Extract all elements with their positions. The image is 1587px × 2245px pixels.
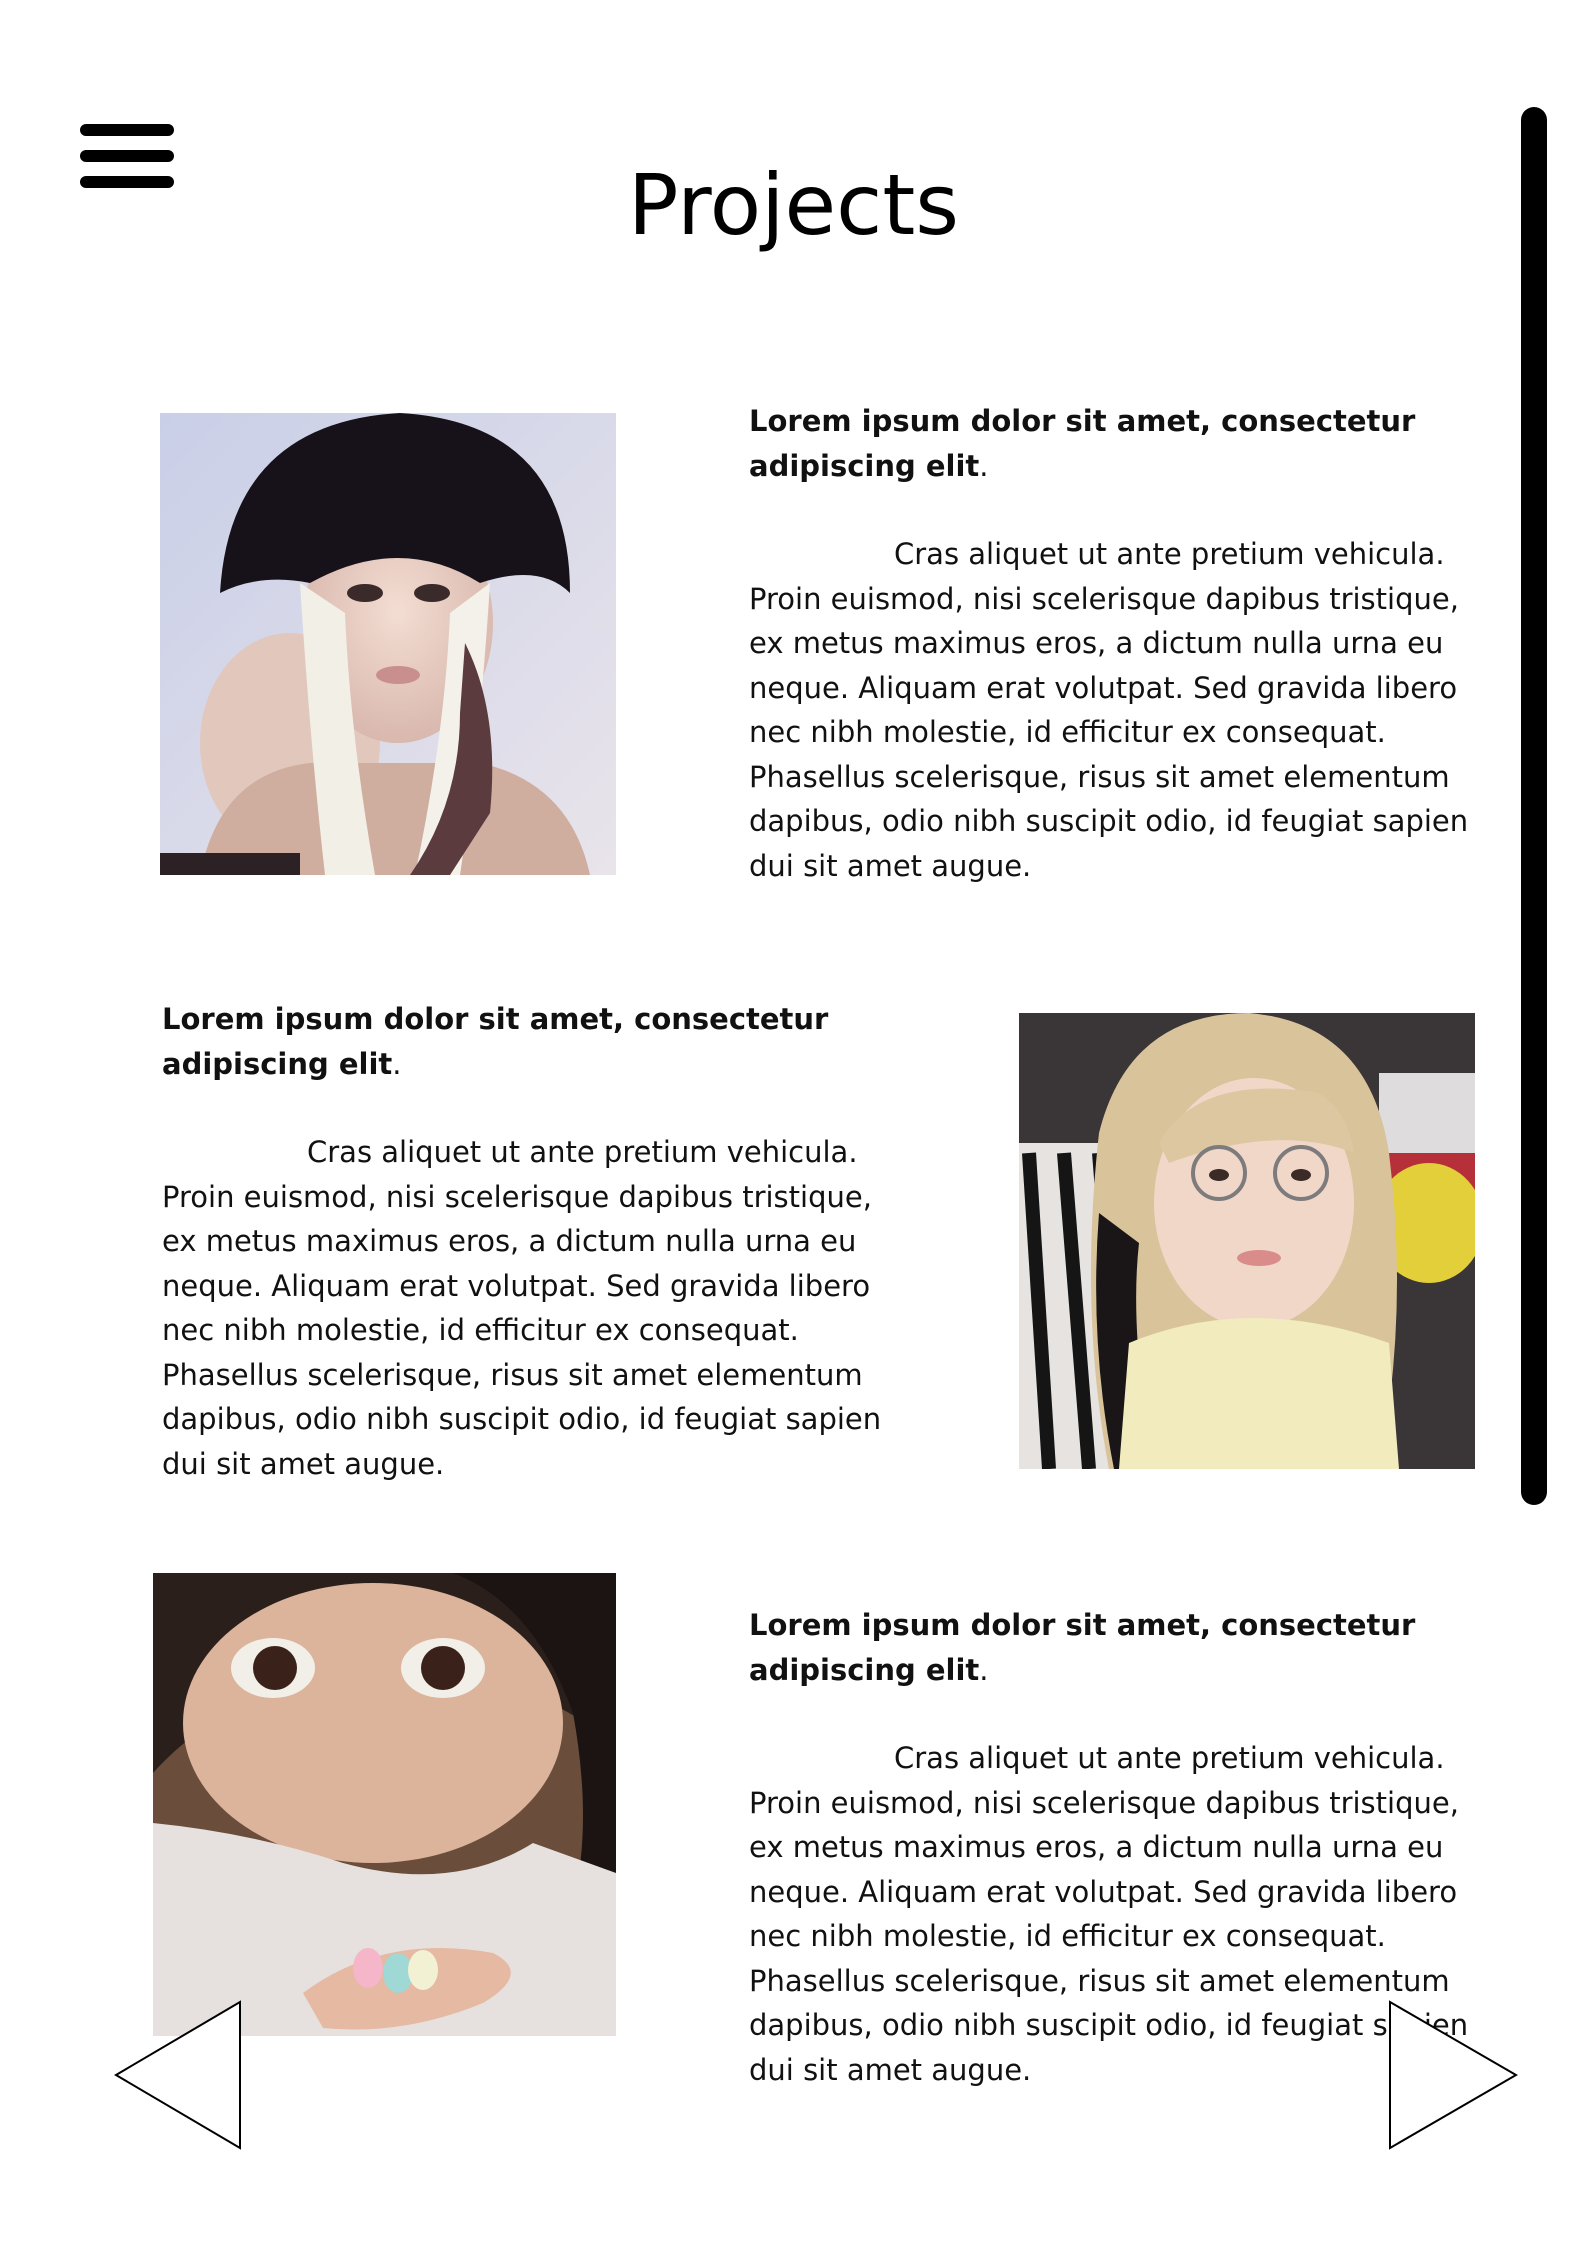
project-2-heading-end: . xyxy=(392,1046,402,1081)
project-2-text: Lorem ipsum dolor sit amet, consectetur … xyxy=(162,997,892,1486)
project-1-heading: Lorem ipsum dolor sit amet, consectetur … xyxy=(749,399,1479,488)
page-title: Projects xyxy=(627,156,960,254)
project-3-body: Cras aliquet ut ante pretium vehicula. P… xyxy=(749,1741,1469,2087)
project-3-heading: Lorem ipsum dolor sit amet, consectetur … xyxy=(749,1603,1479,1692)
project-3-photo xyxy=(153,1573,616,2036)
project-3-heading-text: Lorem ipsum dolor sit amet, consectetur … xyxy=(749,1608,1416,1687)
menu-bar-top xyxy=(80,124,174,136)
project-1-heading-text: Lorem ipsum dolor sit amet, consectetur … xyxy=(749,404,1416,483)
project-1-heading-end: . xyxy=(979,448,989,483)
project-3-heading-end: . xyxy=(979,1652,989,1687)
triangle-left-icon[interactable] xyxy=(112,2000,244,2150)
project-2-body: Cras aliquet ut ante pretium vehicula. P… xyxy=(162,1135,882,1481)
project-2-heading-text: Lorem ipsum dolor sit amet, consectetur … xyxy=(162,1002,829,1081)
project-2-heading: Lorem ipsum dolor sit amet, consectetur … xyxy=(162,997,892,1086)
project-2-photo xyxy=(1019,1013,1475,1469)
project-1-body: Cras aliquet ut ante pretium vehicula. P… xyxy=(749,537,1469,883)
project-1-text: Lorem ipsum dolor sit amet, consectetur … xyxy=(749,399,1479,888)
triangle-right-icon[interactable] xyxy=(1388,2000,1520,2150)
project-1-photo xyxy=(160,413,616,875)
project-3-text: Lorem ipsum dolor sit amet, consectetur … xyxy=(749,1603,1479,2092)
scrollbar[interactable] xyxy=(1521,107,1547,1505)
